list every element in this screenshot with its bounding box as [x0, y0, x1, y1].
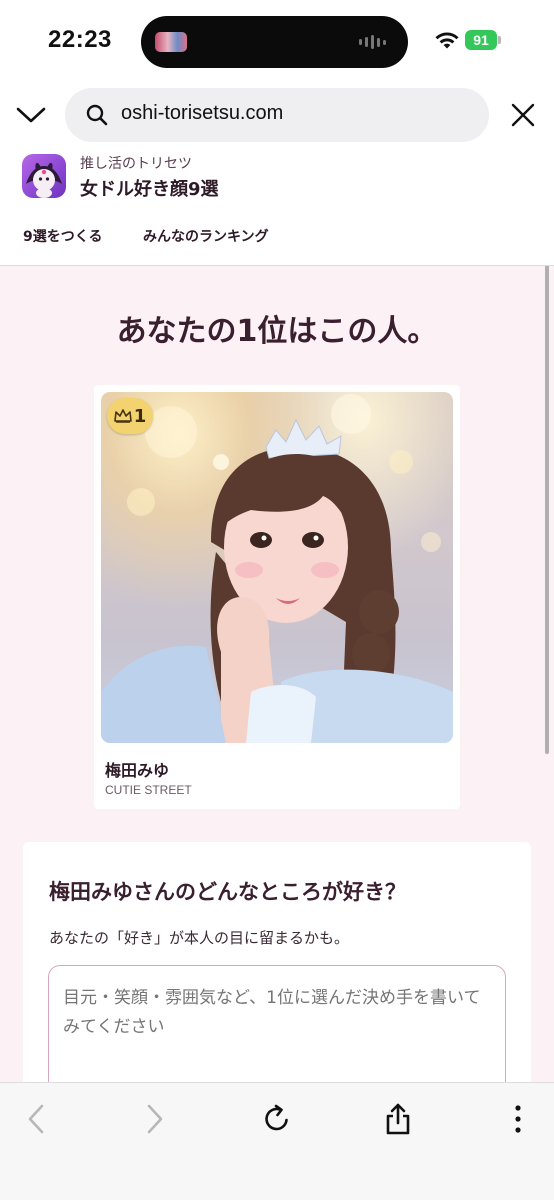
question-title: 梅田みゆさんのどんなところが好き？	[49, 880, 406, 904]
nav-link-create[interactable]: 9選をつくる	[23, 226, 102, 246]
status-bar: 22:23 91	[0, 0, 554, 84]
close-button[interactable]	[506, 98, 540, 132]
back-arrow-icon	[28, 1104, 44, 1134]
url-text[interactable]: oshi-torisetsu.com	[121, 102, 283, 125]
status-time: 22:23	[48, 26, 112, 53]
browser-toolbar	[0, 1082, 554, 1200]
battery-level: 91	[465, 30, 497, 50]
chevron-down-icon	[16, 107, 46, 123]
more-icon	[515, 1105, 521, 1133]
site-header: 推し活のトリセツ 女ドル好き顔9選 9選をつくる みんなのランキング	[0, 146, 554, 266]
back-button[interactable]	[14, 1097, 58, 1141]
battery-icon: 91	[465, 30, 501, 50]
member-photo: 1	[101, 392, 453, 743]
forward-button[interactable]	[133, 1097, 177, 1141]
crown-icon	[113, 409, 132, 423]
search-icon	[86, 104, 108, 126]
member-group: CUTIE STREET	[105, 783, 192, 797]
reload-icon	[265, 1104, 288, 1131]
dynamic-island[interactable]	[141, 16, 408, 68]
comment-textarea[interactable]	[48, 965, 506, 1082]
rank-number: 1	[133, 405, 147, 427]
site-subtitle: 推し活のトリセツ	[80, 156, 192, 172]
result-headline: あなたの1位はこの人。	[116, 314, 438, 349]
music-thumbnail-icon	[155, 32, 187, 52]
rank-badge: 1	[107, 398, 153, 434]
question-card: 梅田みゆさんのどんなところが好き？ あなたの「好き」が本人の目に留まるかも。	[23, 842, 531, 1082]
site-logo-icon[interactable]	[22, 154, 66, 198]
audio-wave-icon	[359, 35, 386, 49]
reload-button[interactable]	[255, 1097, 299, 1141]
browser-top-bar: oshi-torisetsu.com	[0, 84, 554, 146]
site-title[interactable]: 女ドル好き顔9選	[80, 175, 219, 201]
forward-arrow-icon	[147, 1104, 163, 1134]
more-button[interactable]	[496, 1097, 540, 1141]
member-name: 梅田みゆ	[105, 761, 170, 780]
wifi-icon	[435, 32, 459, 49]
nav-link-ranking[interactable]: みんなのランキング	[143, 226, 269, 246]
share-button[interactable]	[376, 1097, 420, 1141]
main-content: あなたの1位はこの人。 1 梅田みゆ CUTIE STREET 梅田みゆさんのど…	[0, 266, 554, 1082]
collapse-button[interactable]	[14, 98, 48, 132]
close-icon	[511, 103, 535, 127]
question-subtitle: あなたの「好き」が本人の目に留まるかも。	[49, 929, 350, 947]
address-bar[interactable]: oshi-torisetsu.com	[65, 88, 489, 142]
share-icon	[386, 1103, 410, 1135]
result-card: 1 梅田みゆ CUTIE STREET	[94, 385, 460, 809]
